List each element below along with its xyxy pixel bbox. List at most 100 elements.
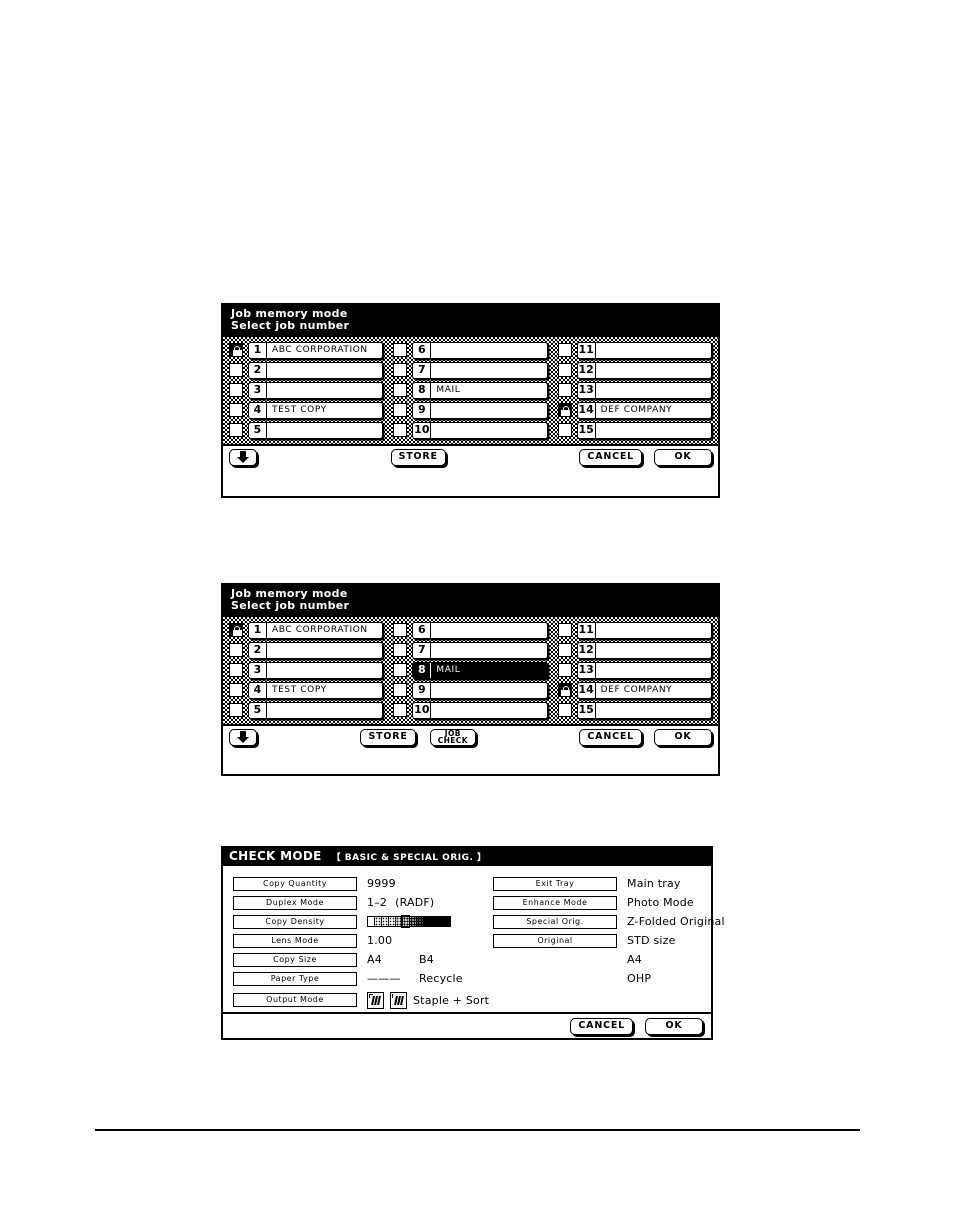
job-entry-button[interactable]: 11 xyxy=(576,341,712,359)
copy-size-label[interactable]: Copy Size xyxy=(233,952,357,967)
job-checkbox[interactable] xyxy=(557,363,572,378)
density-step[interactable] xyxy=(374,916,381,928)
job-name xyxy=(431,403,546,418)
job-entry-button[interactable]: 3 xyxy=(248,661,384,679)
job-entry-button[interactable]: 4 TEST COPY xyxy=(248,401,384,419)
job-entry-button[interactable]: 10 xyxy=(412,701,548,719)
job-entry-button[interactable]: 3 xyxy=(248,381,384,399)
copy-density-slider[interactable] xyxy=(367,915,451,929)
job-checkbox[interactable] xyxy=(557,703,572,718)
scroll-down-button[interactable] xyxy=(229,448,257,466)
density-step[interactable] xyxy=(444,916,451,928)
enhance-mode-label[interactable]: Enhance Mode xyxy=(493,895,617,910)
lock-icon[interactable] xyxy=(557,403,572,418)
job-checkbox[interactable] xyxy=(393,683,408,698)
job-entry-button[interactable]: 14 DEF COMPANY xyxy=(576,681,712,699)
scroll-down-button[interactable] xyxy=(229,728,257,746)
job-entry-button[interactable]: 14 DEF COMPANY xyxy=(576,401,712,419)
paper-type-label[interactable]: Paper Type xyxy=(233,971,357,986)
job-entry-button[interactable]: 9 xyxy=(412,681,548,699)
job-entry-button[interactable]: 8 MAIL xyxy=(412,381,548,399)
density-step[interactable] xyxy=(430,916,437,928)
cancel-button[interactable]: CANCEL xyxy=(579,728,642,746)
job-entry-button[interactable]: 12 xyxy=(576,361,712,379)
page-footer-rule xyxy=(95,1129,860,1131)
job-slot: 5 xyxy=(229,421,384,439)
job-checkbox[interactable] xyxy=(393,383,408,398)
job-checkbox[interactable] xyxy=(393,343,408,358)
job-checkbox[interactable] xyxy=(229,363,243,378)
job-checkbox[interactable] xyxy=(557,383,572,398)
job-entry-button[interactable]: 2 xyxy=(248,641,384,659)
job-checkbox[interactable] xyxy=(393,663,408,678)
job-entry-button[interactable]: 5 xyxy=(248,701,384,719)
density-step[interactable] xyxy=(401,915,410,929)
exit-tray-label[interactable]: Exit Tray xyxy=(493,876,617,891)
job-checkbox[interactable] xyxy=(229,383,243,398)
ok-button[interactable]: OK xyxy=(654,448,713,466)
job-entry-button[interactable]: 13 xyxy=(576,661,712,679)
job-entry-button[interactable]: 13 xyxy=(576,381,712,399)
job-checkbox[interactable] xyxy=(557,623,572,638)
job-checkbox[interactable] xyxy=(393,623,408,638)
density-step[interactable] xyxy=(423,916,430,928)
job-entry-button[interactable]: 1 ABC CORPORATION xyxy=(248,341,384,359)
density-step[interactable] xyxy=(388,916,395,928)
job-checkbox[interactable] xyxy=(557,663,572,678)
lock-icon[interactable] xyxy=(229,343,243,358)
special-orig-label[interactable]: Special Orig. xyxy=(493,914,617,929)
job-entry-button[interactable]: 10 xyxy=(412,421,548,439)
job-entry-button[interactable]: 15 xyxy=(576,421,712,439)
job-entry-button[interactable]: 11 xyxy=(576,621,712,639)
job-entry-button[interactable]: 4 TEST COPY xyxy=(248,681,384,699)
job-entry-button[interactable]: 15 xyxy=(576,701,712,719)
job-entry-button[interactable]: 6 xyxy=(412,621,548,639)
original-label[interactable]: Original xyxy=(493,933,617,948)
job-entry-button[interactable]: 6 xyxy=(412,341,548,359)
lock-icon[interactable] xyxy=(557,683,572,698)
job-check-button[interactable]: JOB CHECK xyxy=(429,728,476,746)
job-entry-button[interactable]: 1 ABC CORPORATION xyxy=(248,621,384,639)
cancel-button[interactable]: CANCEL xyxy=(579,448,643,466)
job-checkbox[interactable] xyxy=(393,363,408,378)
ok-button[interactable]: OK xyxy=(645,1017,703,1035)
job-entry-button[interactable]: 12 xyxy=(576,641,712,659)
job-checkbox[interactable] xyxy=(393,423,408,438)
lens-mode-label[interactable]: Lens Mode xyxy=(233,933,357,948)
job-entry-button[interactable]: 9 xyxy=(412,401,548,419)
job-checkbox[interactable] xyxy=(229,423,243,438)
density-step[interactable] xyxy=(437,916,444,928)
job-entry-button[interactable]: 2 xyxy=(248,361,384,379)
job-number: 10 xyxy=(414,422,432,438)
job-entry-button[interactable]: 7 xyxy=(412,641,548,659)
density-step[interactable] xyxy=(367,916,374,928)
job-entry-button[interactable]: 5 xyxy=(248,421,384,439)
job-checkbox[interactable] xyxy=(229,703,243,718)
density-step[interactable] xyxy=(381,916,388,928)
job-checkbox[interactable] xyxy=(393,403,408,418)
job-checkbox[interactable] xyxy=(557,423,572,438)
density-step[interactable] xyxy=(395,916,402,928)
cancel-button[interactable]: CANCEL xyxy=(570,1017,633,1035)
ok-button[interactable]: OK xyxy=(654,728,712,746)
density-step[interactable] xyxy=(416,916,423,928)
output-mode-label[interactable]: Output Mode xyxy=(233,993,357,1008)
job-checkbox[interactable] xyxy=(557,343,572,358)
job-checkbox[interactable] xyxy=(393,703,408,718)
job-checkbox[interactable] xyxy=(393,643,408,658)
job-checkbox[interactable] xyxy=(229,683,243,698)
staple-edge-bars xyxy=(393,995,404,1005)
job-checkbox[interactable] xyxy=(229,663,243,678)
job-checkbox[interactable] xyxy=(229,403,243,418)
copy-density-label[interactable]: Copy Density xyxy=(233,914,357,929)
job-checkbox[interactable] xyxy=(229,643,243,658)
job-entry-button[interactable]: 7 xyxy=(412,361,548,379)
duplex-mode-label[interactable]: Duplex Mode xyxy=(233,895,357,910)
copy-quantity-label[interactable]: Copy Quantity xyxy=(233,876,357,891)
store-button[interactable]: STORE xyxy=(390,448,446,466)
density-step[interactable] xyxy=(409,916,416,928)
job-entry-button[interactable]: 8 MAIL xyxy=(412,661,548,679)
lock-icon[interactable] xyxy=(229,623,243,638)
store-button[interactable]: STORE xyxy=(360,728,416,746)
job-checkbox[interactable] xyxy=(557,643,572,658)
